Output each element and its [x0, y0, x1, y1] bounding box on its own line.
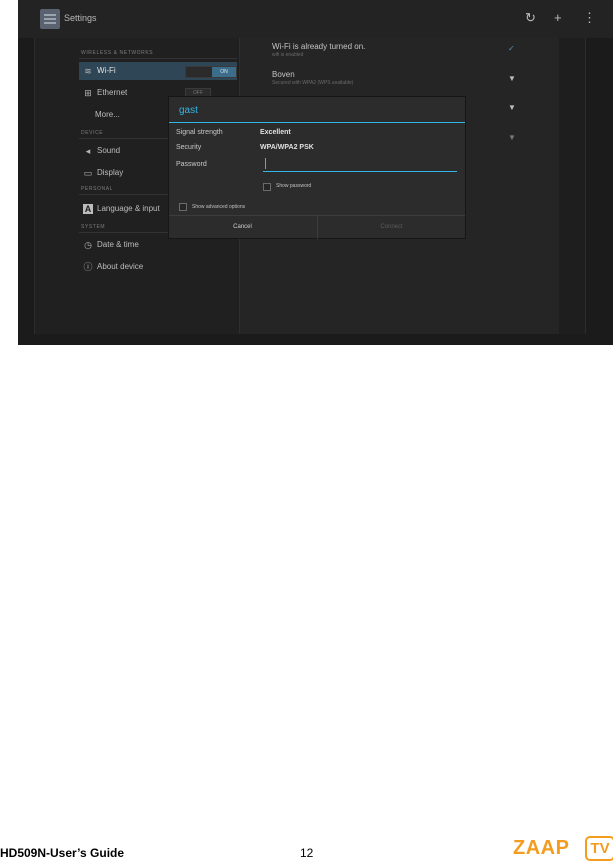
refresh-wifi-icon[interactable]: ↻ — [525, 10, 536, 26]
sidebar-item-wifi[interactable]: ≋ Wi-Fi ON — [79, 62, 237, 80]
overflow-menu-icon[interactable]: ⋮ — [583, 10, 596, 26]
sidebar-item-label: More... — [95, 110, 120, 119]
section-wireless: WIRELESS & NETWORKS — [81, 50, 154, 56]
clock-icon: ◷ — [84, 240, 92, 250]
wifi-connect-dialog: gast Signal strength Excellent Security … — [169, 97, 465, 239]
connect-button[interactable]: Connect — [317, 216, 465, 239]
checkmark-icon: ✓ — [508, 44, 515, 53]
show-advanced-checkbox[interactable] — [179, 203, 187, 211]
section-system: SYSTEM — [81, 224, 106, 230]
show-password-label: Show password — [276, 183, 312, 189]
logo-tv-badge: TV — [585, 836, 613, 861]
show-password-checkbox[interactable] — [263, 183, 271, 191]
dialog-button-bar: Cancel Connect — [169, 215, 465, 239]
network-row-boven[interactable]: Boven Secured with WPA2 (WPS available) — [272, 70, 353, 86]
section-device: DEVICE — [81, 130, 104, 136]
display-icon: ▭ — [83, 168, 93, 178]
sidebar-item-label: Display — [97, 168, 124, 177]
signal-strength-value: Excellent — [260, 129, 291, 136]
wifi-status-title: Wi-Fi is already turned on. — [272, 42, 366, 51]
security-value: WPA/WPA2 PSK — [260, 144, 314, 151]
plus-icon[interactable]: + — [554, 10, 562, 26]
network-security: Secured with WPA2 (WPS available) — [272, 80, 354, 86]
password-label: Password — [176, 161, 207, 168]
security-label: Security — [176, 144, 202, 151]
wifi-status-row: Wi-Fi is already turned on. wifi is enab… — [272, 42, 365, 58]
language-icon: A — [83, 204, 93, 214]
page-number: 12 — [300, 846, 314, 860]
wifi-signal-icon: ▼ — [508, 74, 516, 83]
settings-app-icon[interactable] — [40, 9, 60, 29]
app-title: Settings — [64, 13, 97, 23]
sidebar-item-label: Sound — [97, 146, 121, 155]
sidebar-item-label: Language & input — [97, 204, 160, 213]
signal-strength-label: Signal strength — [176, 129, 223, 136]
info-icon: ⓘ — [83, 262, 93, 272]
dialog-title: gast — [179, 105, 198, 116]
sidebar-item-label: Wi-Fi — [97, 66, 116, 75]
sidebar-item-about[interactable]: ⓘ About device — [79, 258, 237, 276]
divider — [79, 58, 237, 59]
wifi-signal-icon: ▼ — [508, 103, 516, 112]
scroll-gutter — [559, 38, 585, 334]
action-bar: Settings ↻ + ⋮ — [18, 0, 613, 38]
sidebar-item-label: About device — [97, 262, 144, 271]
document-title: HD509N-User’s Guide — [0, 846, 125, 860]
ethernet-icon: ⊞ — [84, 88, 92, 98]
dialog-title-divider — [169, 122, 465, 123]
password-input[interactable] — [263, 156, 457, 172]
wifi-toggle-state: ON — [212, 67, 236, 77]
show-advanced-label: Show advanced options — [192, 204, 246, 210]
sidebar-item-label: Ethernet — [97, 88, 128, 97]
text-caret — [265, 158, 266, 169]
device-screenshot: Settings ↻ + ⋮ WIRELESS & NETWORKS ≋ Wi-… — [18, 0, 613, 345]
logo-brand: ZAAP — [513, 837, 570, 859]
wifi-toggle[interactable]: ON — [185, 66, 237, 78]
speaker-icon: ◂ — [85, 146, 91, 156]
section-personal: PERSONAL — [81, 186, 114, 192]
cancel-button[interactable]: Cancel — [169, 216, 316, 239]
wifi-status-subtitle: wifi is enabled — [272, 52, 304, 58]
sidebar-item-label: Date & time — [97, 240, 139, 249]
wifi-signal-icon: ▼ — [508, 133, 516, 142]
network-name: Boven — [272, 70, 295, 79]
wifi-icon: ≋ — [84, 66, 92, 76]
